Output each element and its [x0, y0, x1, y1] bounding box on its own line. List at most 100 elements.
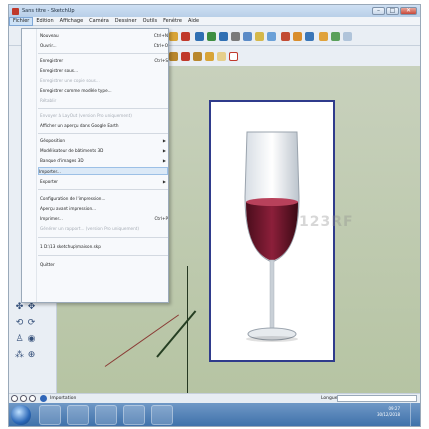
fog-icon[interactable]	[343, 32, 352, 41]
footprint-icon[interactable]: ⁂	[15, 351, 24, 360]
menu-item-retablir: Rétablir	[40, 97, 168, 105]
minimize-button[interactable]: –	[372, 7, 385, 15]
layers-icon[interactable]	[319, 32, 328, 41]
title-bar: Sans titre - SketchUp – □ ✕	[9, 5, 420, 17]
imported-image[interactable]: 123RF	[209, 100, 353, 362]
status-bar: Importation Longueur	[9, 393, 420, 403]
close-button[interactable]: ✕	[400, 7, 417, 15]
geolocation-icon[interactable]	[11, 395, 18, 402]
menu-item-label: Enregistrer comme modèle type...	[40, 88, 112, 93]
section-icon[interactable]: ⟳	[27, 319, 36, 328]
top-view-icon[interactable]	[181, 52, 190, 61]
menu-item-label: Afficher un aperçu dans Google Earth	[40, 123, 119, 128]
menu-item-enregistrer-copie: Enregistrer une copie sous...	[40, 77, 168, 85]
menu-edition[interactable]: Edition	[33, 17, 56, 26]
iso-view-icon[interactable]	[169, 52, 178, 61]
zoom-icon[interactable]	[243, 32, 252, 41]
menu-item-geoposition[interactable]: Géoposition ▶	[40, 137, 168, 145]
menu-item-ouvrir[interactable]: Ouvrir... Ctrl+O	[40, 42, 168, 50]
extensions-icon[interactable]	[305, 32, 314, 41]
firefox-taskbar-icon[interactable]	[95, 405, 117, 425]
measurements-input[interactable]	[337, 395, 417, 402]
menu-item-label: Configuration de l'impression...	[40, 196, 106, 201]
menu-item-label: Enregistrer une copie sous...	[40, 78, 100, 83]
menu-item-shortcut: Ctrl+O	[153, 43, 168, 48]
pan-icon[interactable]	[231, 32, 240, 41]
menu-item-modelisateur[interactable]: Modélisateur de bâtiments 3D ▶	[40, 147, 168, 155]
styles-icon[interactable]	[293, 32, 302, 41]
wine-glass-photo	[244, 131, 300, 342]
back-view-icon[interactable]	[217, 52, 226, 61]
menu-item-recent-file[interactable]: 1 D:\13 sketchup\maison.skp	[40, 243, 168, 251]
menu-item-label: Générer un rapport... (version Pro uniqu…	[40, 226, 140, 231]
warehouse-icon[interactable]	[267, 32, 276, 41]
menu-separator	[38, 255, 168, 256]
rotate-icon[interactable]	[207, 32, 216, 41]
paint-bucket-icon[interactable]	[169, 32, 178, 41]
menu-fenetre[interactable]: Fenêtre	[160, 17, 185, 26]
zoom-extents-icon[interactable]	[255, 32, 264, 41]
system-tray: 09:27 30/12/2018	[377, 406, 400, 418]
menu-separator	[38, 53, 168, 54]
ie-taskbar-icon[interactable]	[39, 405, 61, 425]
position-camera-icon[interactable]: ♙	[15, 335, 24, 344]
look-icon[interactable]: ◉	[27, 335, 36, 344]
menu-affichage[interactable]: Affichage	[57, 17, 87, 26]
menu-bar: Fichier Edition Affichage Caméra Dessine…	[9, 16, 420, 26]
media-player-taskbar-icon[interactable]	[123, 405, 145, 425]
maximize-button[interactable]: □	[386, 7, 399, 15]
eraser-icon[interactable]	[181, 32, 190, 41]
screen: Sans titre - SketchUp – □ ✕ Fichier Edit…	[8, 4, 421, 427]
components-icon[interactable]	[281, 32, 290, 41]
sketchup-taskbar-icon[interactable]	[151, 405, 173, 425]
submenu-arrow-icon: ▶	[162, 179, 166, 184]
menu-item-label: Envoyer à LayOut (version Pro uniquement…	[40, 113, 132, 118]
taskbar: 09:27 30/12/2018	[9, 403, 420, 426]
shadows-icon[interactable]	[331, 32, 340, 41]
menu-aide[interactable]: Aide	[185, 17, 202, 26]
menu-item-enregistrer-sous[interactable]: Enregistrer sous...	[40, 67, 168, 75]
menu-item-google-earth[interactable]: Afficher un aperçu dans Google Earth	[40, 122, 168, 130]
menu-item-quitter[interactable]: Quitter	[40, 261, 168, 269]
credits-icon[interactable]	[20, 395, 27, 402]
left-view-icon[interactable]	[229, 52, 238, 61]
menu-dessiner[interactable]: Dessiner	[112, 17, 140, 26]
user-icon[interactable]	[29, 395, 36, 402]
start-button[interactable]	[11, 405, 31, 425]
menu-item-imprimer[interactable]: Imprimer... Ctrl+P	[40, 215, 168, 223]
orbit-icon[interactable]	[219, 32, 228, 41]
look-around-icon[interactable]: ⟲	[15, 319, 24, 328]
menu-item-enregistrer[interactable]: Enregistrer Ctrl+S	[40, 57, 168, 65]
menu-item-label: Nouveau	[40, 33, 59, 38]
submenu-arrow-icon: ▶	[162, 138, 166, 143]
submenu-arrow-icon: ▶	[162, 158, 166, 163]
menu-separator	[38, 237, 168, 238]
menu-outils[interactable]: Outils	[140, 17, 160, 26]
menu-item-enregistrer-modele[interactable]: Enregistrer comme modèle type...	[40, 87, 168, 95]
menu-item-label: Importer...	[39, 169, 61, 174]
menu-item-config-impression[interactable]: Configuration de l'impression...	[40, 195, 168, 203]
menu-item-shortcut: Ctrl+N	[153, 33, 168, 38]
right-view-icon[interactable]	[205, 52, 214, 61]
front-view-icon[interactable]	[193, 52, 202, 61]
menu-item-shortcut: Ctrl+S	[154, 58, 168, 63]
blue-axis	[187, 266, 188, 396]
menu-item-layout: Envoyer à LayOut (version Pro uniquement…	[40, 112, 168, 120]
menu-gutter	[36, 29, 37, 302]
axes-icon[interactable]: ⊕	[27, 351, 36, 360]
explorer-taskbar-icon[interactable]	[67, 405, 89, 425]
walk-icon[interactable]: ✤	[15, 303, 24, 312]
menu-item-nouveau[interactable]: Nouveau Ctrl+N	[40, 32, 168, 40]
menu-camera[interactable]: Caméra	[86, 17, 112, 26]
show-desktop-button[interactable]	[410, 403, 420, 426]
menu-fichier[interactable]: Fichier	[9, 16, 34, 26]
help-icon[interactable]	[40, 395, 47, 402]
menu-item-label: Quitter	[40, 262, 55, 267]
menu-item-exporter[interactable]: Exporter ▶	[40, 178, 168, 186]
menu-item-banque-images[interactable]: Banque d'images 3D ▶	[40, 157, 168, 165]
move-icon[interactable]	[195, 32, 204, 41]
menu-item-importer[interactable]: Importer...	[38, 167, 168, 175]
orbit-tool-icon[interactable]: ✥	[27, 303, 36, 312]
menu-item-apercu-impression[interactable]: Aperçu avant impression...	[40, 205, 168, 213]
watermark-text: 123RF	[299, 214, 354, 230]
